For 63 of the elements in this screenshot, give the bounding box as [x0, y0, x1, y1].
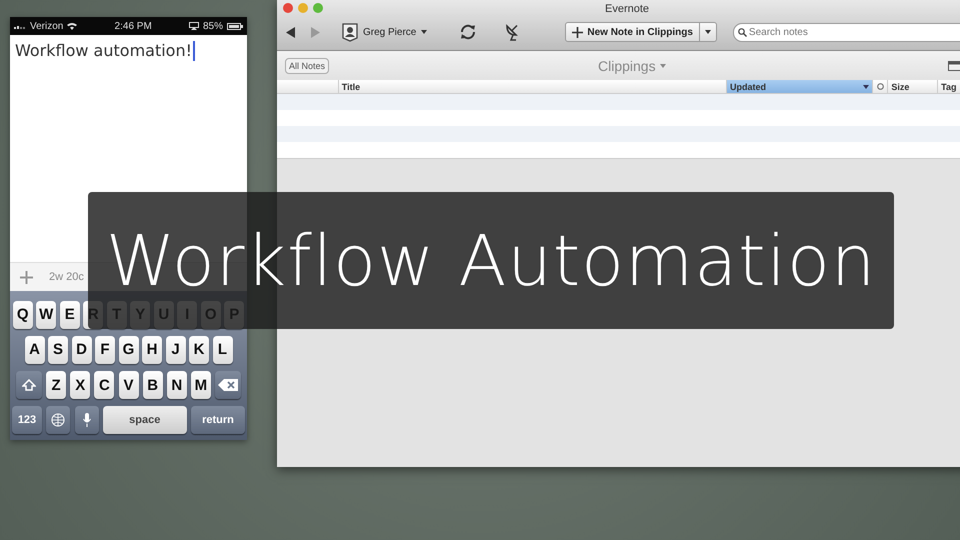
keyboard-key[interactable]: 123 [12, 406, 42, 434]
backspace-icon [218, 379, 238, 392]
shift-arrow-icon [22, 379, 36, 392]
keyboard-key[interactable]: B [142, 371, 163, 400]
all-notes-button[interactable]: All Notes [285, 58, 330, 74]
keyboard-key[interactable]: X [70, 371, 90, 400]
back-icon[interactable] [286, 26, 296, 38]
text-cursor [193, 41, 196, 61]
caret-icon [660, 64, 666, 68]
keyboard-key[interactable]: Q [12, 300, 33, 329]
keyboard-key[interactable]: F [95, 336, 115, 364]
person-badge-icon [342, 22, 358, 42]
shift-key[interactable] [16, 371, 42, 400]
account-menu[interactable]: Greg Pierce [342, 22, 428, 42]
microphone-icon [82, 413, 90, 428]
airplay-icon [188, 22, 199, 30]
keyboard-key[interactable]: K [189, 336, 209, 364]
caret-icon [421, 30, 428, 34]
sync-icon[interactable] [459, 23, 478, 41]
keyboard-key[interactable]: J [166, 336, 186, 364]
column-header[interactable]: Tag [937, 80, 960, 93]
wifi-icon [67, 22, 78, 30]
clock-time: 2:46 PM [114, 20, 152, 32]
keyboard-key[interactable]: H [142, 336, 162, 364]
keyboard-key[interactable]: L [212, 336, 232, 364]
plus-icon[interactable] [20, 270, 33, 284]
keyboard-key[interactable]: C [94, 371, 114, 400]
new-note-button[interactable]: New Note in Clippings [565, 22, 700, 42]
word-count: 2w 20c [49, 271, 84, 283]
keyboard-key[interactable]: N [166, 371, 187, 400]
carrier-label: Verizon [30, 20, 64, 32]
microphone-key[interactable] [74, 406, 98, 434]
note-text[interactable]: Workflow automation! [15, 41, 192, 60]
globe-icon [51, 413, 66, 428]
window-title: Evernote [604, 2, 650, 14]
battery-icon [227, 22, 243, 30]
plus-icon [572, 26, 584, 38]
keyboard-key[interactable]: V [118, 371, 138, 400]
keyboard-key[interactable]: M [190, 371, 211, 400]
keyboard-key[interactable]: return [191, 406, 245, 434]
keyboard-key[interactable]: A [24, 336, 44, 364]
dropdown-button[interactable] [700, 22, 717, 42]
search-field[interactable]: Search notes [732, 22, 960, 42]
battery-percent: 85% [202, 20, 223, 32]
column-header[interactable]: Size [887, 80, 938, 93]
keyboard-key[interactable]: space [102, 406, 187, 434]
close-button[interactable] [283, 3, 293, 13]
caret-icon [704, 30, 711, 34]
sort-caret-icon [863, 84, 870, 88]
backspace-key[interactable] [215, 371, 241, 400]
keyboard-key[interactable]: E [60, 300, 80, 329]
banner-title: Workflow Automation [106, 220, 876, 302]
keyboard-key[interactable]: G [118, 336, 138, 364]
keyboard-key[interactable]: S [48, 336, 68, 364]
view-icon[interactable] [948, 60, 960, 70]
keyboard-key[interactable]: W [36, 300, 56, 329]
status-column-icon[interactable] [876, 83, 884, 90]
signal-icon [14, 23, 26, 29]
globe-key[interactable] [46, 406, 70, 434]
search-icon [738, 28, 747, 36]
keyboard-key[interactable]: Z [46, 371, 66, 400]
column-header[interactable]: Updated [726, 80, 872, 93]
keyboard-key[interactable]: D [72, 336, 92, 364]
